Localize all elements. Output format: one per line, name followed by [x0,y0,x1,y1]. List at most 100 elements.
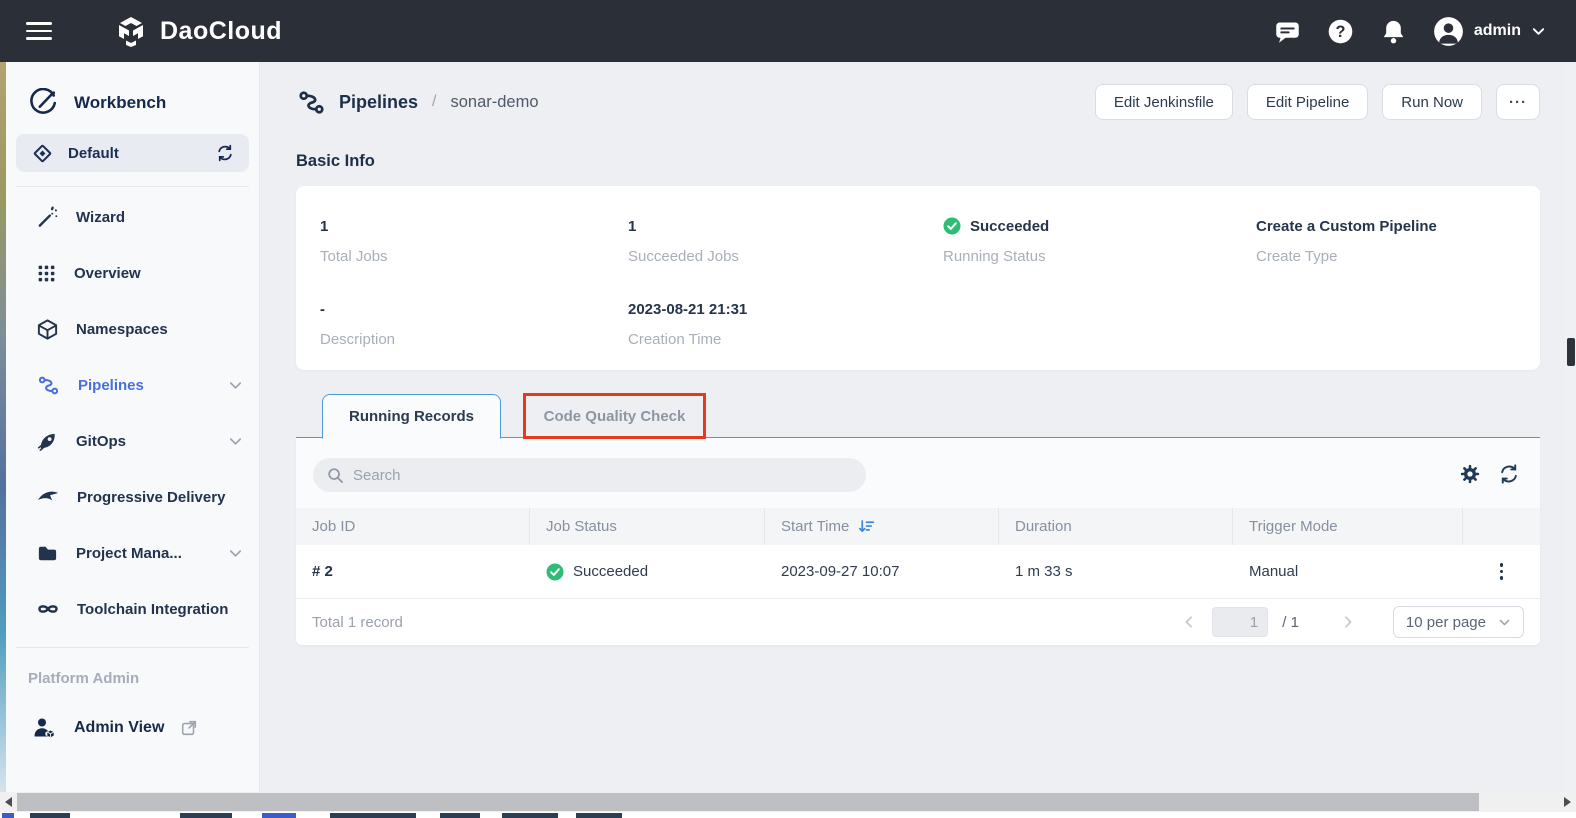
refresh-icon[interactable] [1498,463,1520,485]
field-create-type: Create a Custom Pipeline Create Type [1256,216,1540,265]
sidebar: Workbench Default [6,62,260,792]
pipeline-icon [36,373,61,398]
column-actions [1463,508,1540,545]
edit-pipeline-button[interactable]: Edit Pipeline [1247,84,1368,120]
horizontal-scrollbar-thumb[interactable] [17,793,1479,811]
help-icon[interactable]: ? [1327,18,1354,45]
chevron-down-icon [228,378,243,393]
edit-jenkinsfile-button[interactable]: Edit Jenkinsfile [1095,84,1233,120]
cell-job-id[interactable]: # 2 [296,563,530,580]
wand-icon [36,206,59,229]
vertical-scrollbar-thumb[interactable] [1567,338,1575,366]
sidebar-workspace-selector[interactable]: Default [16,134,249,172]
table-row[interactable]: # 2 Succeeded 2023-09-27 10:07 1 m 33 s … [296,545,1540,598]
table-footer: Total 1 record / 1 10 per page [296,598,1540,645]
search-icon [327,467,344,484]
sort-descending-icon[interactable] [858,518,875,535]
sidebar-item-admin-view[interactable]: Admin View [32,715,259,741]
scroll-left-arrow[interactable] [0,792,17,812]
sidebar-divider [16,647,249,648]
workbench-label: Workbench [74,93,166,113]
column-job-id[interactable]: Job ID [296,508,530,545]
chevron-down-icon [1531,24,1546,39]
notifications-bell-icon[interactable] [1380,18,1407,45]
field-total-jobs: 1 Total Jobs [320,216,628,265]
switch-workspace-icon[interactable] [215,143,235,163]
column-start-time[interactable]: Start Time [765,508,999,545]
vertical-scrollbar[interactable] [1566,62,1576,792]
tab-code-quality-check[interactable]: Code Quality Check [544,408,686,425]
cell-actions [1463,559,1540,584]
success-check-icon [546,563,564,581]
search-row [296,438,1540,508]
sidebar-workbench[interactable]: Workbench [28,88,259,118]
table-tools [1459,463,1520,485]
sidebar-item-gitops[interactable]: GitOps [6,413,259,469]
sidebar-item-progressive-delivery[interactable]: Progressive Delivery [6,469,259,525]
total-records-text: Total 1 record [312,614,403,631]
breadcrumb-separator: / [432,93,436,111]
cell-duration: 1 m 33 s [999,563,1233,580]
more-actions-button[interactable]: ··· [1496,84,1540,120]
table-header: Job ID Job Status Start Time Duration Tr… [296,508,1540,545]
user-menu[interactable]: admin [1433,16,1546,47]
annotation-red-box: Code Quality Check [523,393,706,439]
brand-name: DaoCloud [160,17,282,46]
pipeline-icon [296,87,327,118]
breadcrumb: Pipelines / sonar-demo [296,87,539,118]
username: admin [1474,22,1521,40]
horizontal-scrollbar[interactable] [0,792,1576,812]
messages-icon[interactable] [1274,18,1301,45]
sidebar-divider [16,186,249,187]
gear-icon[interactable] [1459,463,1481,485]
search-box[interactable] [313,458,866,492]
page-number-input[interactable] [1212,607,1268,637]
cell-start-time: 2023-09-27 10:07 [765,563,999,580]
external-link-icon [180,719,198,737]
scroll-right-arrow[interactable] [1559,792,1576,812]
admin-view-label: Admin View [74,719,164,737]
sidebar-item-toolchain-integration[interactable]: Toolchain Integration [6,581,259,637]
cell-trigger-mode: Manual [1233,563,1463,580]
menu-icon[interactable] [26,17,52,45]
sidebar-item-wizard[interactable]: Wizard [6,189,259,245]
workspace-icon [32,143,53,164]
previous-page-icon[interactable] [1180,613,1198,631]
folder-icon [36,542,59,565]
sidebar-item-overview[interactable]: Overview [6,245,259,301]
sidebar-item-project-management[interactable]: Project Mana... [6,525,259,581]
column-trigger-mode[interactable]: Trigger Mode [1233,508,1463,545]
clipped-content-strip [0,812,1576,818]
column-duration[interactable]: Duration [999,508,1233,545]
field-succeeded-jobs: 1 Succeeded Jobs [628,216,943,265]
next-page-icon[interactable] [1339,613,1357,631]
workspace-name: Default [68,145,200,162]
infinity-icon [36,597,60,621]
chevron-down-icon [1498,616,1511,629]
rocket-icon [36,430,59,453]
row-menu-icon[interactable] [1496,559,1508,584]
sidebar-item-pipelines[interactable]: Pipelines [6,357,259,413]
page-size-select[interactable]: 10 per page [1393,606,1524,638]
workbench-icon [28,88,58,118]
basic-info-title: Basic Info [296,152,375,171]
daocloud-pipeline-detail-screen: { "header": { "brand": "DaoCloud", "user… [0,0,1576,818]
page-total-text: / 1 [1282,614,1299,631]
field-creation-time: 2023-08-21 21:31 Creation Time [628,299,943,348]
breadcrumb-current: sonar-demo [450,93,538,112]
avatar [1433,16,1464,47]
daocloud-logo-icon [114,14,148,48]
run-now-button[interactable]: Run Now [1382,84,1482,120]
pagination: / 1 10 per page [1180,606,1524,638]
chevron-down-icon [228,434,243,449]
grid-dots-icon [36,263,57,284]
page-header: Pipelines / sonar-demo Edit Jenkinsfile … [296,82,1540,122]
success-check-icon [943,217,961,235]
sidebar-item-namespaces[interactable]: Namespaces [6,301,259,357]
brand[interactable]: DaoCloud [114,14,282,48]
breadcrumb-root[interactable]: Pipelines [339,92,418,113]
field-running-status: Succeeded Running Status [943,216,1256,265]
column-job-status[interactable]: Job Status [530,508,765,545]
tab-running-records[interactable]: Running Records [322,394,501,439]
search-input[interactable] [353,467,852,484]
